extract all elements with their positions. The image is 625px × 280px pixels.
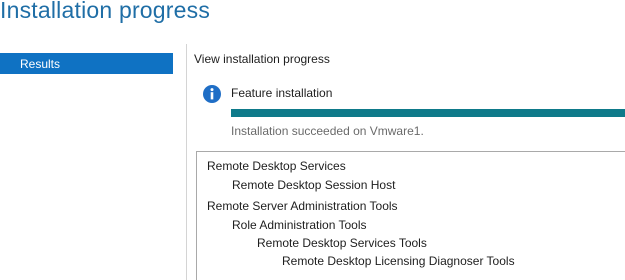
nav-item-results[interactable]: Results: [0, 53, 173, 74]
left-nav: Results: [0, 44, 187, 280]
result-item: Remote Server Administration Tools: [207, 199, 398, 213]
page-title: Installation progress: [0, 0, 211, 23]
feature-installation-label: Feature installation: [231, 86, 333, 100]
result-item: Remote Desktop Session Host: [232, 178, 396, 192]
main-content: View installation progress Feature insta…: [194, 0, 625, 280]
result-item: Remote Desktop Services: [207, 159, 346, 173]
installation-status: Installation succeeded on Vmware1.: [231, 124, 424, 138]
results-list[interactable]: Remote Desktop Services Remote Desktop S…: [196, 151, 625, 280]
installation-progress-bar: [231, 109, 625, 117]
result-item: Remote Desktop Licensing Diagnoser Tools: [282, 254, 515, 268]
info-icon: [203, 85, 221, 103]
section-subhead: View installation progress: [194, 52, 330, 66]
result-item: Remote Desktop Services Tools: [257, 236, 427, 250]
progress-fill: [231, 109, 625, 117]
result-item: Role Administration Tools: [232, 218, 367, 232]
